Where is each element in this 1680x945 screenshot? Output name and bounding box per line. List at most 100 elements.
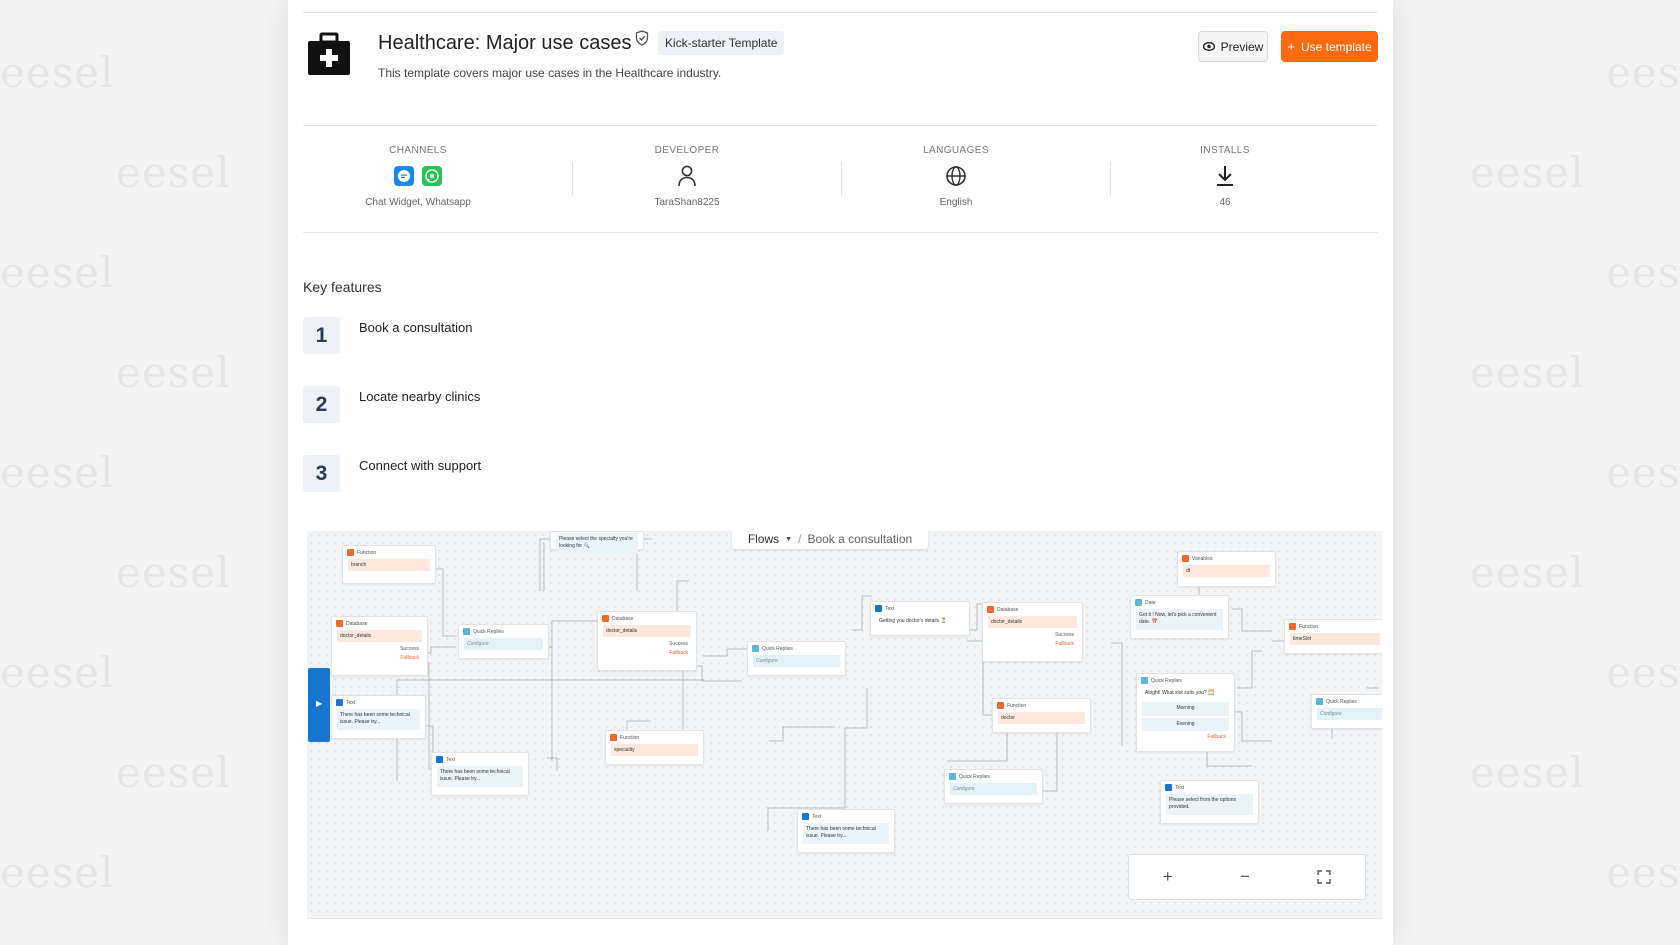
zoom-controls: + − xyxy=(1128,854,1366,900)
node-type: Date xyxy=(1145,599,1156,606)
watermark-text: eesel xyxy=(116,148,231,197)
quick-replies-icon xyxy=(1316,698,1323,705)
flow-node[interactable]: Function speciality xyxy=(605,730,704,765)
preview-button[interactable]: Preview xyxy=(1198,31,1268,62)
node-fallback: Fallback xyxy=(669,650,688,656)
download-icon xyxy=(1217,166,1233,186)
function-icon xyxy=(610,734,617,741)
flow-node[interactable]: Date Got it ! Now, let's pick a convenie… xyxy=(1130,595,1229,639)
node-type: Database xyxy=(612,615,634,622)
stat-label: INSTALLS xyxy=(1200,145,1250,156)
quick-replies-icon xyxy=(752,645,759,652)
zoom-in-button[interactable]: + xyxy=(1163,867,1173,887)
watermark-text: eesel xyxy=(116,348,231,397)
watermark-text: eesel xyxy=(1470,548,1585,597)
flow-node[interactable]: Text Please select from the options prov… xyxy=(1160,780,1259,824)
user-icon xyxy=(678,165,696,187)
flow-node[interactable]: Quick Replies Configure xyxy=(944,769,1043,804)
verified-shield-icon xyxy=(635,30,649,46)
text-icon xyxy=(802,813,809,820)
flow-node[interactable]: Quick Replies Alright! What slot suits y… xyxy=(1136,673,1235,752)
node-field: Configure xyxy=(464,638,543,650)
whatsapp-icon xyxy=(422,166,442,186)
caret-down-icon[interactable]: ▼ xyxy=(785,536,792,543)
eye-icon xyxy=(1202,42,1215,51)
node-success: Success xyxy=(1055,632,1074,638)
template-badge: Kick-starter Template xyxy=(658,31,785,55)
flow-canvas[interactable]: Please select the specialty you're looki… xyxy=(307,531,1382,918)
plus-icon: + xyxy=(1287,39,1295,54)
node-field: Configure xyxy=(950,783,1037,795)
database-icon xyxy=(336,620,343,627)
stat-label: DEVELOPER xyxy=(654,145,720,156)
watermark-text: eesel xyxy=(1470,348,1585,397)
node-type: Function xyxy=(1299,623,1319,630)
function-icon xyxy=(1289,623,1296,630)
zoom-out-button[interactable]: − xyxy=(1240,867,1250,887)
node-field: dt xyxy=(1183,565,1270,577)
feature-label: Book a consultation xyxy=(359,320,473,335)
node-field: Got it ! Now, let's pick a convenient da… xyxy=(1136,609,1223,630)
flow-node[interactable]: Text Getting you doctor's details ⏳ xyxy=(870,601,970,636)
flow-node[interactable]: Database doctor_details Success Fallback xyxy=(331,616,428,676)
divider xyxy=(307,918,1382,919)
node-option: Morning xyxy=(1142,702,1229,716)
flow-breadcrumb: Flows ▼ / Book a consultation xyxy=(732,531,928,549)
feature-number: 1 xyxy=(303,317,340,354)
quick-replies-icon xyxy=(463,628,470,635)
flow-node[interactable]: Variables dt xyxy=(1177,551,1276,587)
flow-node[interactable]: Function timeSlot xyxy=(1284,619,1382,654)
template-description: This template covers major use cases in … xyxy=(378,66,722,80)
flow-node[interactable]: Database doctor_details Success Fallback xyxy=(597,611,697,671)
flow-node[interactable]: Text There has been some technical issue… xyxy=(797,809,895,853)
flow-node[interactable]: Quick Replies Configure xyxy=(1311,694,1382,729)
node-type: Variables xyxy=(1192,555,1213,562)
use-template-label: Use template xyxy=(1300,39,1372,54)
flow-node[interactable]: Quick Replies Configure xyxy=(458,624,549,659)
stat-label: CHANNELS xyxy=(389,145,447,156)
node-field: doctor_details xyxy=(603,625,691,637)
node-field: There has been some technical issue. Ple… xyxy=(437,766,523,787)
variables-icon xyxy=(1182,555,1189,562)
use-template-button[interactable]: + Use template xyxy=(1281,31,1378,62)
node-type: Text xyxy=(812,813,822,820)
flow-node[interactable]: Database doctor_details Success Fallback xyxy=(982,602,1083,662)
flow-node[interactable]: Quick Replies Configure xyxy=(747,641,846,676)
node-field: Alright! What slot suits you? 🌅 xyxy=(1142,687,1229,701)
node-type: Text xyxy=(346,699,356,706)
watermark-text: eesel xyxy=(1606,648,1680,697)
node-type: Text xyxy=(1175,784,1185,791)
watermark-text: eesel xyxy=(1606,248,1680,297)
breadcrumb-sep: / xyxy=(798,532,802,546)
flow-start-trigger[interactable]: ▶ xyxy=(308,668,330,742)
node-type: Quick Replies xyxy=(762,645,793,652)
quick-replies-icon xyxy=(949,773,956,780)
watermark-text: eesel xyxy=(116,748,231,797)
watermark-text: eesel xyxy=(1606,848,1680,897)
node-type: Function xyxy=(357,549,377,556)
node-success: Success xyxy=(669,641,688,647)
flow-node[interactable]: Function doctor xyxy=(992,698,1091,733)
flow-node[interactable]: Text There has been some technical issue… xyxy=(331,695,426,739)
feature-label: Locate nearby clinics xyxy=(359,389,481,404)
flow-node[interactable]: Function branch xyxy=(342,545,436,584)
flow-snippet[interactable]: Please select the specialty you're looki… xyxy=(550,531,644,554)
node-fallback: Fallback xyxy=(1055,641,1074,647)
divider xyxy=(303,125,1378,126)
breadcrumb-flows[interactable]: Flows xyxy=(748,532,779,546)
node-type: Quick Replies xyxy=(1151,677,1182,684)
text-icon xyxy=(436,756,443,763)
flow-node[interactable]: Text There has been some technical issue… xyxy=(431,752,529,796)
node-field: doctor xyxy=(998,712,1085,724)
function-icon xyxy=(997,702,1004,709)
watermark-text: eesel xyxy=(0,248,115,297)
key-features-title: Key features xyxy=(303,279,382,295)
page-title: Healthcare: Major use cases xyxy=(378,32,632,54)
watermark-text: eesel xyxy=(1470,748,1585,797)
fullscreen-icon[interactable] xyxy=(1317,870,1332,884)
node-field: doctor_details xyxy=(337,630,422,642)
node-field: doctor_details xyxy=(988,616,1077,628)
date-icon xyxy=(1135,599,1142,606)
installs-stat: INSTALLS 46 xyxy=(1095,145,1355,208)
preview-label: Preview xyxy=(1220,39,1264,54)
